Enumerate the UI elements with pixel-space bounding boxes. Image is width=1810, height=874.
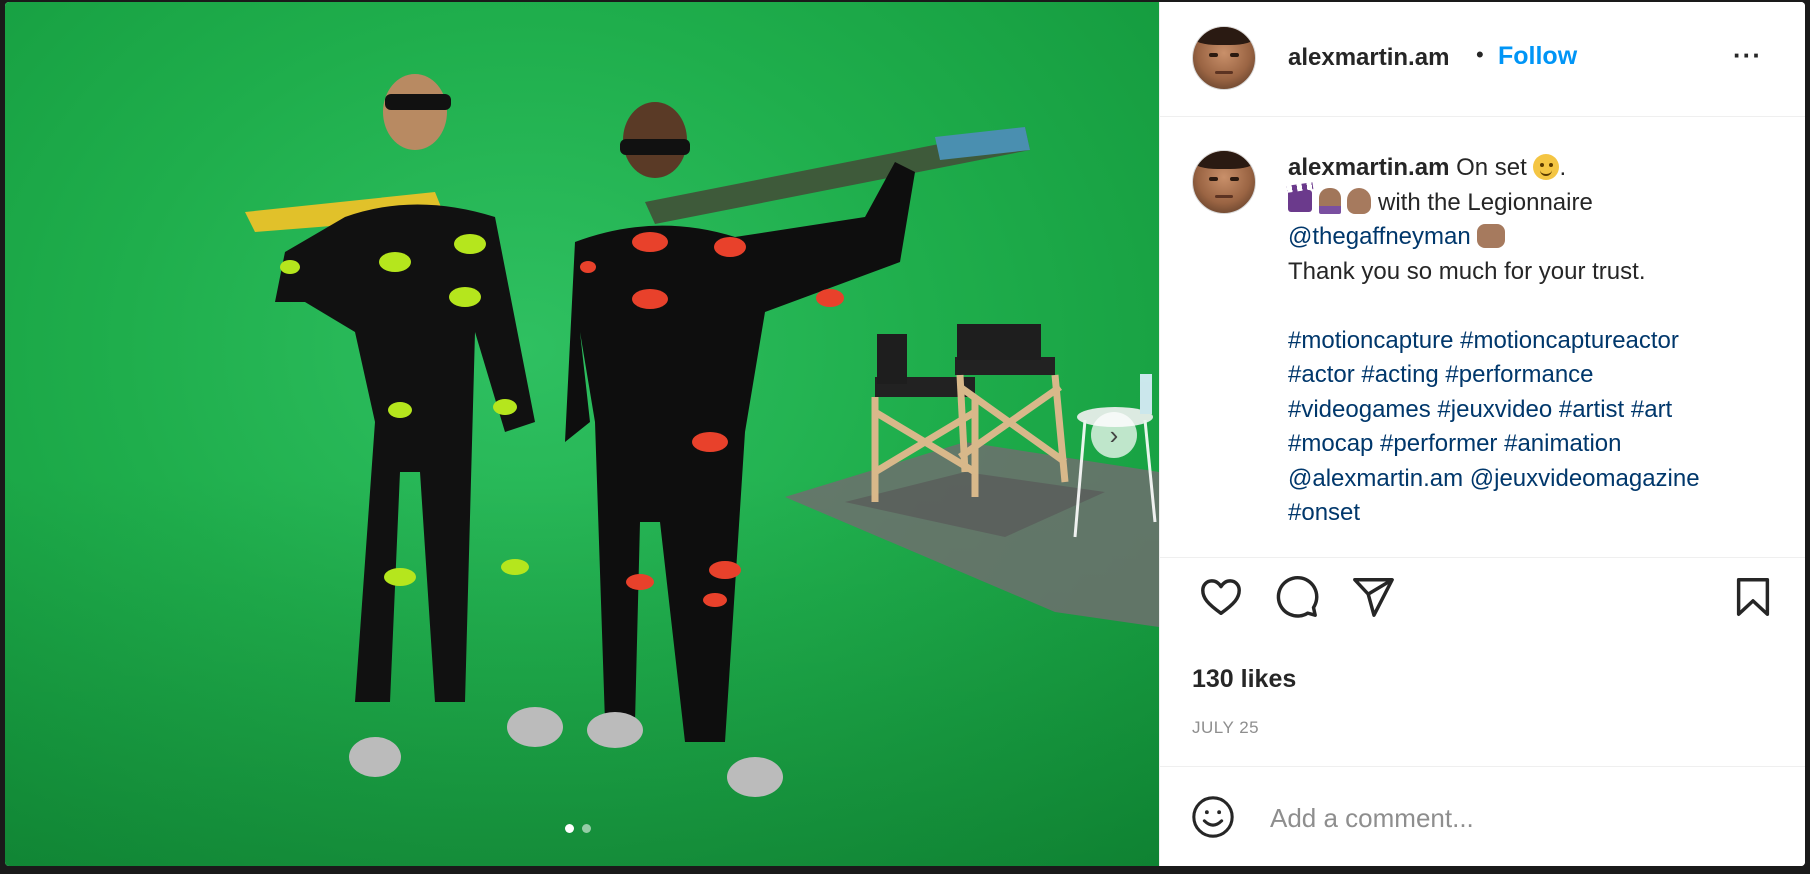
clapper-board-emoji-icon — [1288, 190, 1312, 213]
hashtag-line[interactable]: #onset — [1288, 496, 1788, 531]
likes-count[interactable]: 130 likes — [1192, 665, 1296, 694]
actor-left — [245, 74, 563, 777]
post-side-panel: alexmartin.am • Follow ··· alexmartin.am… — [1159, 2, 1805, 866]
fist-bump-emoji-icon — [1477, 223, 1506, 248]
caption-username[interactable]: alexmartin.am — [1288, 154, 1449, 181]
caption-line-3: @thegaffneyman — [1288, 220, 1788, 255]
caption-on-set-text: On set — [1449, 154, 1534, 181]
person-kneeling-emoji-icon — [1318, 188, 1341, 215]
post-caption: alexmartin.am On set . with the Legionna… — [1288, 151, 1788, 531]
caption-line-1: alexmartin.am On set . — [1288, 151, 1788, 186]
more-options-ellipsis-icon[interactable]: ··· — [1733, 40, 1762, 71]
chevron-right-icon: › — [1109, 419, 1119, 450]
caption-section: alexmartin.am On set . with the Legionna… — [1160, 117, 1805, 558]
heart-icon — [1201, 579, 1241, 616]
bookmark-icon — [1736, 578, 1770, 616]
share-button[interactable] — [1350, 574, 1396, 620]
hashtag-line[interactable]: #videogames #jeuxvideo #artist #art — [1288, 393, 1788, 428]
hashtag-line[interactable]: #motioncapture #motioncaptureactor — [1288, 324, 1788, 359]
hashtag-line[interactable]: #mocap #performer #animation — [1288, 427, 1788, 462]
photo-scene — [245, 74, 1159, 797]
like-button[interactable] — [1198, 574, 1244, 620]
caption-line-4: Thank you so much for your trust. — [1288, 257, 1646, 285]
comment-bubble-icon — [1276, 576, 1319, 618]
carousel-dot-2 — [582, 824, 591, 833]
caption-line-2: with the Legionnaire — [1288, 186, 1788, 221]
caption-period: . — [1559, 154, 1567, 181]
hashtag-line[interactable]: #actor #acting #performance — [1288, 358, 1788, 393]
follow-button[interactable]: Follow — [1498, 42, 1577, 71]
post-date: JULY 25 — [1192, 718, 1260, 737]
post-actions — [1160, 574, 1805, 634]
post-media-green-screen-photo[interactable]: › — [5, 2, 1159, 866]
comment-input[interactable] — [1268, 799, 1752, 837]
hashtag-line[interactable]: @alexmartin.am @jeuxvideomagazine — [1288, 462, 1788, 497]
caption-avatar[interactable] — [1192, 150, 1256, 214]
smiley-face-icon[interactable] — [1190, 794, 1236, 840]
mention-thegaffneyman[interactable]: @thegaffneyman — [1288, 223, 1471, 250]
instagram-post-modal: › alexmartin.am • Follow ··· alexmartin.… — [5, 2, 1805, 866]
comment-composer — [1160, 766, 1805, 866]
smiling-face-emoji-icon — [1533, 153, 1560, 180]
header-separator: • — [1476, 42, 1484, 67]
call-me-hand-emoji-icon — [1347, 188, 1372, 215]
caption-legionnaire-text: with the Legionnaire — [1371, 188, 1593, 216]
header-username[interactable]: alexmartin.am — [1288, 44, 1449, 72]
paper-plane-icon — [1353, 578, 1394, 617]
carousel-indicator — [565, 824, 591, 833]
next-slide-button[interactable]: › — [1091, 412, 1137, 458]
post-header: alexmartin.am • Follow ··· — [1160, 2, 1805, 117]
avatar[interactable] — [1192, 26, 1256, 90]
save-button[interactable] — [1730, 574, 1776, 620]
comment-button[interactable] — [1274, 574, 1320, 620]
carousel-dot-1 — [565, 824, 574, 833]
